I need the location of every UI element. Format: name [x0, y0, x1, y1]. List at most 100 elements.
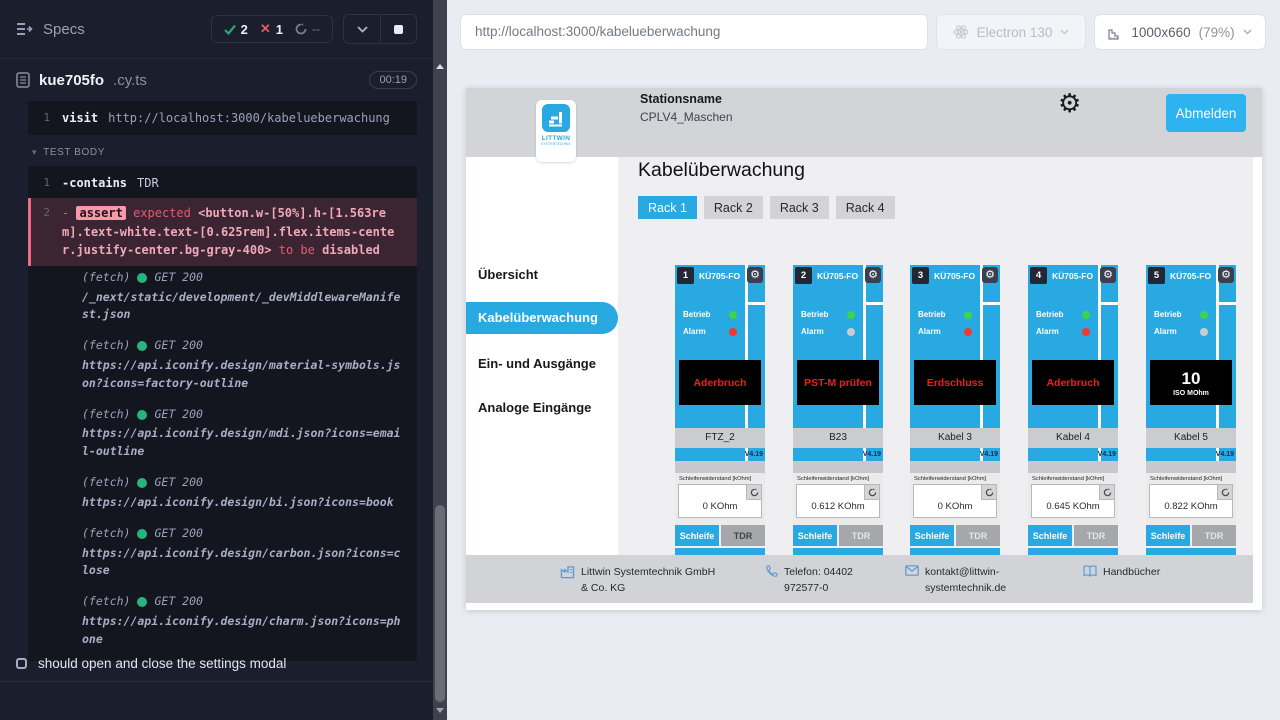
- fetch-log[interactable]: (fetch)GET 200 https://api.iconify.desig…: [28, 471, 417, 522]
- resistance-label: Schleifenwiderstand [kOhm]: [679, 476, 762, 482]
- cypress-reporter: Specs 2 ✕ 1 --: [0, 0, 433, 720]
- status-ok-dot: [137, 529, 147, 539]
- tdr-button[interactable]: TDR: [1074, 525, 1118, 546]
- cable-name: B23: [793, 428, 883, 448]
- status-display: Aderbruch: [679, 360, 761, 405]
- sidebar-item-uebersicht[interactable]: Übersicht: [478, 267, 538, 282]
- device-card: 1 KÜ705-FO ⚙ Betrieb Alarm Aderbruch FTZ…: [675, 265, 765, 565]
- schleife-button[interactable]: Schleife: [793, 525, 837, 546]
- reporter-controls: [343, 14, 417, 44]
- sidebar-item-kabelueberwachung[interactable]: Kabelüberwachung: [466, 302, 618, 334]
- preview-pane: http://localhost:3000/kabelueberwachung …: [447, 0, 1280, 720]
- card-settings-button[interactable]: ⚙: [1100, 267, 1116, 283]
- browser-select[interactable]: Electron 130: [936, 14, 1086, 50]
- app-viewport: Stationsname CPLV4_Maschen ⚙ Abmelden LI…: [466, 88, 1262, 610]
- alarm-led: [964, 328, 972, 336]
- card-settings-button[interactable]: ⚙: [982, 267, 998, 283]
- betrieb-led: [1082, 311, 1090, 319]
- tab-rack-4[interactable]: Rack 4: [836, 196, 895, 219]
- command-assert-failed[interactable]: 2 - assert expected <button.w-[50%].h-[1…: [28, 198, 417, 266]
- card-settings-button[interactable]: ⚙: [1218, 267, 1234, 283]
- sidebar-item-ein-und-ausgaenge[interactable]: Ein- und Ausgänge: [478, 356, 596, 371]
- fetch-log[interactable]: (fetch)GET 200 https://api.iconify.desig…: [28, 403, 417, 471]
- check-icon: [224, 24, 236, 35]
- cable-name: Kabel 3: [910, 428, 1000, 448]
- phone-icon: [765, 565, 778, 578]
- footer-company: Littwin Systemtechnik GmbH & Co. KG: [560, 564, 716, 597]
- rack-tabs: Rack 1 Rack 2 Rack 3 Rack 4: [638, 196, 895, 219]
- spec-extension: .cy.ts: [113, 72, 147, 89]
- cable-name: Kabel 4: [1028, 428, 1118, 448]
- betrieb-led: [1200, 311, 1208, 319]
- stop-icon: [394, 25, 403, 34]
- refresh-button[interactable]: [1217, 485, 1232, 500]
- tab-rack-1[interactable]: Rack 1: [638, 196, 697, 219]
- test-stats[interactable]: 2 ✕ 1 --: [211, 15, 333, 43]
- refresh-icon: [985, 488, 994, 497]
- specs-menu-icon[interactable]: [16, 22, 33, 36]
- scrollbar-track[interactable]: [433, 0, 447, 720]
- fetch-log[interactable]: (fetch)GET 200 https://api.iconify.desig…: [28, 522, 417, 590]
- refresh-button[interactable]: [864, 485, 879, 500]
- card-number-badge: 4: [1030, 267, 1047, 284]
- command-contains[interactable]: 1 -contains TDR: [28, 168, 417, 198]
- alarm-led: [1082, 328, 1090, 336]
- command-visit[interactable]: 1 visit http://localhost:3000/kabelueber…: [28, 103, 417, 133]
- ruler-icon: [1108, 25, 1123, 40]
- scrollbar-thumb[interactable]: [435, 505, 445, 702]
- app-sidebar: Übersicht Kabelüberwachung Ein- und Ausg…: [466, 157, 618, 610]
- resistance-readout: 0 KOhm: [678, 484, 762, 518]
- card-settings-button[interactable]: ⚙: [865, 267, 881, 283]
- refresh-button[interactable]: [746, 485, 761, 500]
- firmware-version: V4.19: [1098, 451, 1116, 458]
- test-body-section[interactable]: ▾ TEST BODY: [32, 147, 417, 158]
- url-input[interactable]: http://localhost:3000/kabelueberwachung: [460, 14, 928, 50]
- test-icon: [16, 658, 27, 669]
- tdr-button[interactable]: TDR: [721, 525, 765, 546]
- sidebar-item-analoge-eingaenge[interactable]: Analoge Eingänge: [478, 400, 591, 415]
- station-label: Stationsname: [640, 92, 733, 106]
- book-icon: [1083, 565, 1097, 577]
- specs-title: Specs: [43, 21, 85, 38]
- fetch-log[interactable]: (fetch)GET 200 https://api.iconify.desig…: [28, 334, 417, 402]
- scroll-down-arrow[interactable]: [436, 708, 444, 713]
- card-number-badge: 5: [1148, 267, 1165, 284]
- refresh-button[interactable]: [981, 485, 996, 500]
- tab-rack-3[interactable]: Rack 3: [770, 196, 829, 219]
- electron-icon: [953, 24, 969, 40]
- resistance-label: Schleifenwiderstand [kOhm]: [797, 476, 880, 482]
- resistance-label: Schleifenwiderstand [kOhm]: [914, 476, 997, 482]
- viewport-size-select[interactable]: 1000x660 (79%): [1094, 14, 1266, 50]
- collapse-button[interactable]: [344, 15, 380, 43]
- refresh-icon: [1221, 488, 1230, 497]
- spec-name: kue705fo: [39, 72, 104, 89]
- scroll-up-arrow[interactable]: [436, 64, 444, 69]
- card-settings-button[interactable]: ⚙: [747, 267, 763, 283]
- logout-button[interactable]: Abmelden: [1166, 94, 1246, 132]
- schleife-button[interactable]: Schleife: [910, 525, 954, 546]
- settings-gear-icon[interactable]: ⚙: [1058, 90, 1081, 116]
- alarm-led: [847, 328, 855, 336]
- spec-row: kue705fo.cy.ts 00:19: [0, 59, 433, 101]
- schleife-button[interactable]: Schleife: [1028, 525, 1072, 546]
- status-ok-dot: [137, 341, 147, 351]
- card-model: KÜ705-FO: [1052, 271, 1093, 281]
- restart-icon: [295, 23, 307, 35]
- resistance-readout: 0.612 KOhm: [796, 484, 880, 518]
- tdr-button[interactable]: TDR: [1192, 525, 1236, 546]
- command-log: 1 visit http://localhost:3000/kabelueber…: [28, 101, 417, 673]
- next-test-row[interactable]: should open and close the settings modal: [0, 645, 433, 682]
- tdr-button[interactable]: TDR: [956, 525, 1000, 546]
- device-card: 4 KÜ705-FO ⚙ Betrieb Alarm Aderbruch Kab…: [1028, 265, 1118, 565]
- schleife-button[interactable]: Schleife: [1146, 525, 1190, 546]
- chevron-down-icon: [1243, 29, 1252, 35]
- resistance-value: 0.645 KOhm: [1032, 501, 1114, 512]
- firmware-version: V4.19: [745, 451, 763, 458]
- stop-button[interactable]: [380, 15, 416, 43]
- tdr-button[interactable]: TDR: [839, 525, 883, 546]
- refresh-button[interactable]: [1099, 485, 1114, 500]
- fetch-log[interactable]: (fetch)GET 200 /_next/static/development…: [28, 266, 417, 334]
- tab-rack-2[interactable]: Rack 2: [704, 196, 763, 219]
- schleife-button[interactable]: Schleife: [675, 525, 719, 546]
- footer-manuals[interactable]: Handbücher: [1083, 564, 1160, 580]
